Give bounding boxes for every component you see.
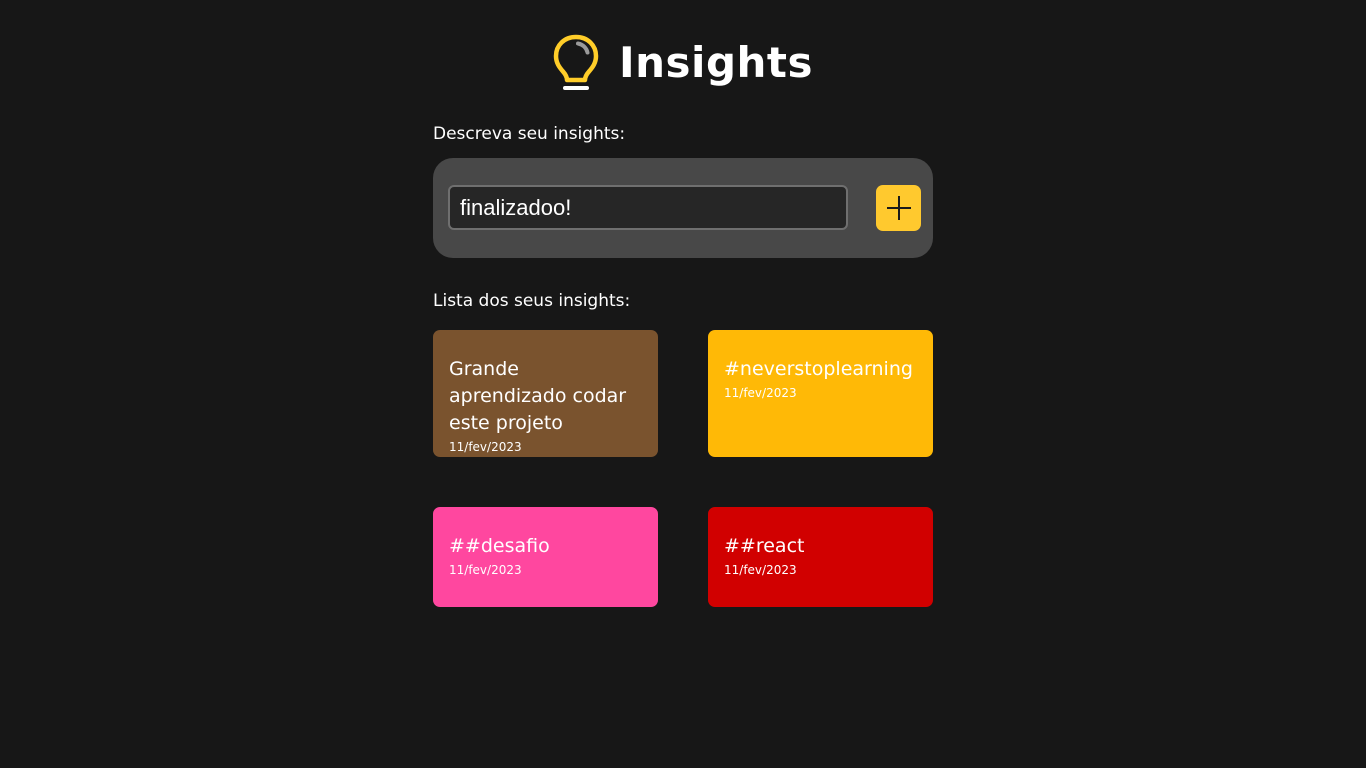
insights-page: Insights Descreva seu insights: Lista do… <box>0 0 1366 768</box>
insight-text: Grande aprendizado codar este projeto <box>449 358 627 434</box>
insight-card: #neverstoplearning 11/fev/2023 <box>708 330 933 457</box>
lightbulb-icon <box>553 34 599 92</box>
insight-input[interactable] <box>448 185 848 230</box>
app-title: Insights <box>619 38 813 87</box>
insight-text: ##react <box>724 535 805 557</box>
insight-card: Grande aprendizado codar este projeto 11… <box>433 330 658 457</box>
insight-card: ##react 11/fev/2023 <box>708 507 933 607</box>
insight-date: 11/fev/2023 <box>724 563 797 577</box>
list-label: Lista dos seus insights: <box>433 291 631 311</box>
input-label: Descreva seu insights: <box>433 124 626 144</box>
add-insight-button[interactable] <box>876 185 921 231</box>
insight-form <box>433 158 933 258</box>
insight-text: ##desafio <box>449 535 550 557</box>
insight-date: 11/fev/2023 <box>449 563 522 577</box>
insight-card: ##desafio 11/fev/2023 <box>433 507 658 607</box>
insight-text: #neverstoplearning <box>724 358 913 380</box>
plus-icon <box>886 195 912 221</box>
app-header: Insights <box>0 30 1366 96</box>
insight-date: 11/fev/2023 <box>724 386 797 400</box>
insight-date: 11/fev/2023 <box>449 440 522 454</box>
